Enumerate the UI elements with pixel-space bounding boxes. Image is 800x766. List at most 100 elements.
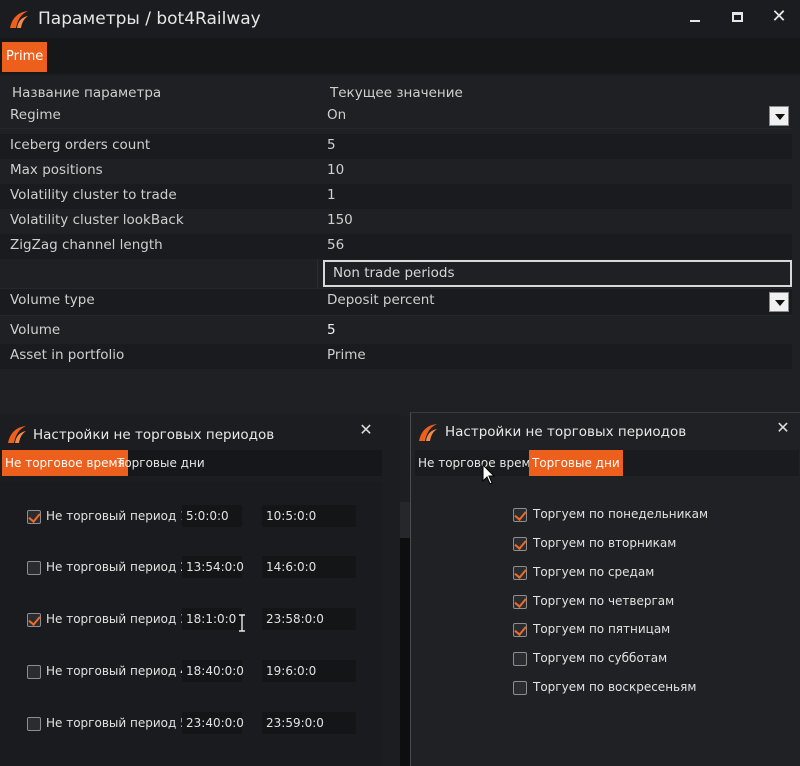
period-label: Не торговый период 2 — [46, 560, 188, 574]
param-name: Volume — [10, 322, 61, 338]
non-trade-periods-list: Не торговый период 1 5:0:0:0 10:5:0:0 Не… — [0, 482, 382, 766]
trade-day-label: Торгуем по субботам — [533, 651, 668, 665]
tab-trade-days[interactable]: Торговые дни — [114, 450, 208, 476]
param-name: Asset in portfolio — [10, 347, 125, 363]
dialog-close-icon[interactable]: ✕ — [358, 422, 374, 438]
period-label: Не торговый период 3 — [46, 612, 188, 626]
param-name: Volume type — [10, 292, 95, 308]
tab-non-trade-time[interactable]: Не торговое время — [415, 450, 541, 476]
period-end-input[interactable]: 23:58:0:0 — [262, 608, 356, 630]
period-5-checkbox[interactable] — [27, 717, 41, 731]
cluster-lookback-value[interactable]: 150 — [327, 212, 353, 228]
period-label: Не торговый период 5 — [46, 716, 188, 730]
wednesday-checkbox[interactable] — [513, 566, 527, 580]
period-label: Не торговый период 4 — [46, 664, 188, 678]
sunday-checkbox[interactable] — [513, 681, 527, 695]
trade-day-label: Торгуем по вторникам — [533, 536, 677, 550]
non-trade-period-row: Не торговый период 3 18:1:0:0 23:58:0:0 — [0, 605, 382, 635]
thursday-checkbox[interactable] — [513, 595, 527, 609]
column-header-name: Название параметра — [12, 85, 162, 101]
dialog-title: Настройки не торговых периодов — [33, 427, 275, 443]
iceberg-orders-value[interactable]: 5 — [327, 137, 336, 153]
regime-dropdown-arrow-icon[interactable] — [769, 106, 789, 126]
non-trade-period-row: Не торговый период 2 13:54:0:0 14:6:0:0 — [0, 553, 382, 583]
param-row-cluster-lookback: Volatility cluster lookBack 150 — [0, 209, 792, 234]
period-end-input[interactable]: 10:5:0:0 — [262, 505, 356, 527]
trade-day-row: Торгуем по воскресеньям — [411, 677, 791, 699]
max-positions-value[interactable]: 10 — [327, 162, 344, 178]
window-title: Параметры / bot4Railway — [38, 9, 261, 29]
close-icon: ✕ — [771, 6, 787, 27]
dialog-title: Настройки не торговых периодов — [445, 424, 687, 440]
tab-prime[interactable]: Prime — [2, 42, 48, 72]
maximize-button[interactable] — [726, 6, 748, 28]
param-name: Iceberg orders count — [10, 137, 151, 153]
period-2-checkbox[interactable] — [27, 561, 41, 575]
param-row-iceberg: Iceberg orders count 5 — [0, 134, 792, 159]
trade-day-label: Торгуем по средам — [533, 565, 655, 579]
column-header-value: Текущее значение — [330, 85, 463, 101]
title-bar[interactable]: Параметры / bot4Railway ✕ — [0, 0, 800, 38]
volume-type-combo[interactable]: Deposit percent — [327, 292, 435, 308]
period-3-checkbox[interactable] — [27, 613, 41, 627]
maximize-icon — [731, 12, 743, 22]
period-start-input[interactable]: 5:0:0:0 — [182, 505, 242, 527]
volume-value[interactable]: 5 — [327, 322, 336, 338]
period-start-input[interactable]: 23:40:0:0 — [182, 712, 244, 734]
non-trade-period-row: Не торговый период 5 23:40:0:0 23:59:0:0 — [0, 709, 382, 739]
trade-day-label: Торгуем по понедельникам — [533, 507, 709, 521]
tuesday-checkbox[interactable] — [513, 537, 527, 551]
tab-trade-days[interactable]: Торговые дни — [529, 450, 623, 476]
trade-day-label: Торгуем по пятницам — [533, 622, 671, 636]
app-logo-icon — [419, 424, 437, 441]
param-row-max-positions: Max positions 10 — [0, 159, 792, 184]
period-start-input[interactable]: 13:54:0:0 — [182, 556, 244, 578]
text-cursor-icon — [239, 614, 245, 632]
trade-day-row: Торгуем по пятницам — [411, 619, 791, 641]
period-1-checkbox[interactable] — [27, 510, 41, 524]
monday-checkbox[interactable] — [513, 508, 527, 522]
param-row-cluster-trade: Volatility cluster to trade 1 — [0, 184, 792, 209]
period-end-input[interactable]: 23:59:0:0 — [262, 712, 356, 734]
source-tabstrip — [0, 38, 800, 74]
trade-day-row: Торгуем по вторникам — [411, 533, 791, 555]
non-trade-period-row: Не торговый период 4 18:40:0:0 19:6:0:0 — [0, 657, 382, 687]
non-trade-settings-dialog-right: Настройки не торговых периодов ✕ Не торг… — [410, 412, 800, 766]
trade-day-row: Торгуем по четвергам — [411, 591, 791, 613]
app-logo-icon — [10, 11, 28, 28]
minimize-button[interactable] — [684, 6, 706, 28]
trade-day-row: Торгуем по понедельникам — [411, 504, 791, 526]
param-name: Regime — [10, 107, 61, 123]
non-trade-settings-dialog-left: Настройки не торговых периодов ✕ Не торг… — [0, 414, 400, 766]
volume-type-dropdown-arrow-icon[interactable] — [769, 292, 789, 312]
period-end-input[interactable]: 14:6:0:0 — [262, 556, 356, 578]
non-trade-period-row: Не торговый период 1 5:0:0:0 10:5:0:0 — [0, 502, 382, 532]
dialog-tabs: Не торговое время Торговые дни — [2, 450, 382, 476]
cluster-to-trade-value[interactable]: 1 — [327, 187, 336, 203]
dialog-close-icon[interactable]: ✕ — [775, 420, 791, 436]
asset-portfolio-value[interactable]: Prime — [327, 347, 366, 363]
non-trade-periods-button[interactable]: Non trade periods — [323, 260, 792, 287]
zigzag-length-value[interactable]: 56 — [327, 237, 344, 253]
tab-non-trade-time[interactable]: Не торговое время — [2, 450, 128, 476]
period-end-input[interactable]: 19:6:0:0 — [262, 660, 356, 682]
param-row-volume-type: Volume type Deposit percent — [0, 289, 792, 316]
trade-day-row: Торгуем по субботам — [411, 648, 791, 670]
app-logo-icon — [8, 426, 26, 443]
close-button[interactable]: ✕ — [768, 6, 790, 28]
period-4-checkbox[interactable] — [27, 665, 41, 679]
param-name: Volatility cluster to trade — [10, 187, 177, 203]
saturday-checkbox[interactable] — [513, 652, 527, 666]
period-start-input[interactable]: 18:40:0:0 — [182, 660, 244, 682]
friday-checkbox[interactable] — [513, 623, 527, 637]
period-label: Не торговый период 1 — [46, 509, 188, 523]
period-start-input[interactable]: 18:1:0:0 — [182, 608, 242, 630]
empty-name-cell — [0, 259, 318, 288]
param-row-volume: Volume 5 — [0, 319, 792, 344]
mouse-pointer-icon — [482, 464, 496, 485]
trade-day-label: Торгуем по четвергам — [533, 594, 675, 608]
param-name: Max positions — [10, 162, 103, 178]
param-row-zigzag: ZigZag channel length 56 — [0, 234, 792, 259]
param-name: Volatility cluster lookBack — [10, 212, 184, 228]
regime-combo[interactable]: On — [327, 107, 346, 123]
